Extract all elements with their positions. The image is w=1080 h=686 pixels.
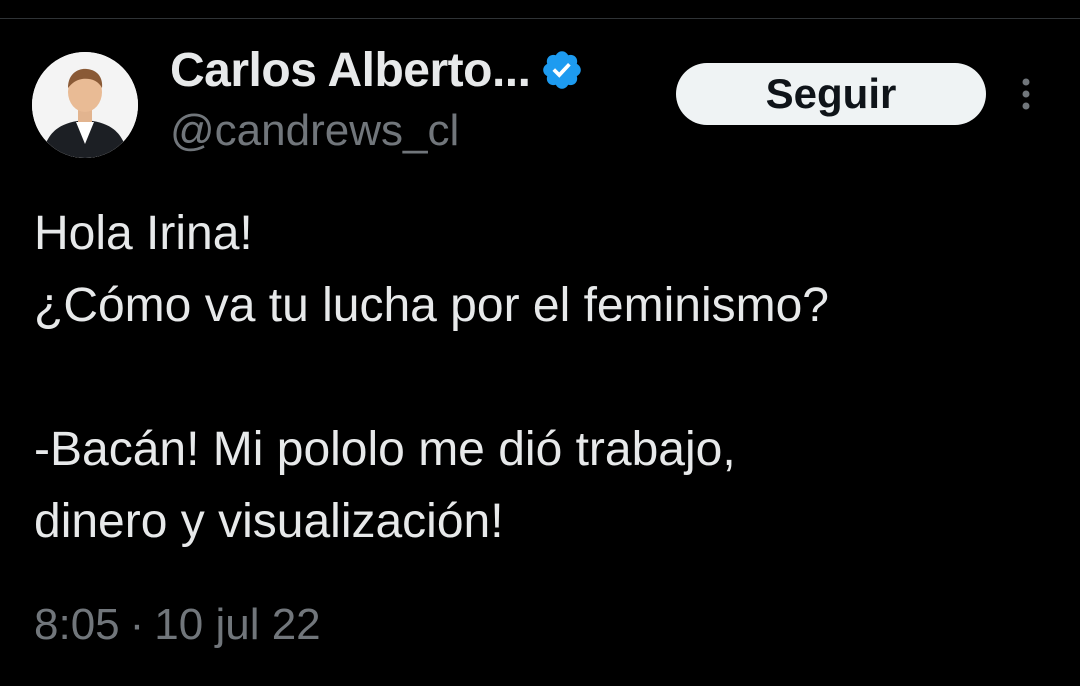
author-display-name[interactable]: Carlos Alberto... (170, 43, 531, 98)
tweet-line: Hola Irina! (34, 207, 253, 260)
follow-button[interactable]: Seguir (676, 63, 986, 125)
tweet-line: ¿Cómo va tu lucha por el feminismo? (34, 279, 829, 332)
tweet-timestamp[interactable]: 8:05 · 10 jul 22 (34, 600, 321, 650)
tweet-line: dinero y visualización! (34, 495, 504, 548)
timestamp-separator: · (129, 600, 145, 649)
avatar[interactable] (32, 52, 138, 158)
verified-badge-icon (543, 51, 582, 89)
avatar-photo (32, 52, 138, 158)
tweet-line: -Bacán! Mi pololo me dió trabajo, (34, 423, 736, 476)
more-vertical-icon[interactable] (1012, 74, 1040, 114)
top-divider (0, 18, 1080, 19)
author-name-row[interactable]: Carlos Alberto... (170, 40, 584, 100)
tweet-time[interactable]: 8:05 (34, 600, 120, 650)
author-handle[interactable]: @candrews_cl (170, 106, 459, 156)
tweet-text: Hola Irina! ¿Cómo va tu lucha por el fem… (34, 198, 1054, 558)
tweet-date[interactable]: 10 jul 22 (154, 600, 320, 650)
